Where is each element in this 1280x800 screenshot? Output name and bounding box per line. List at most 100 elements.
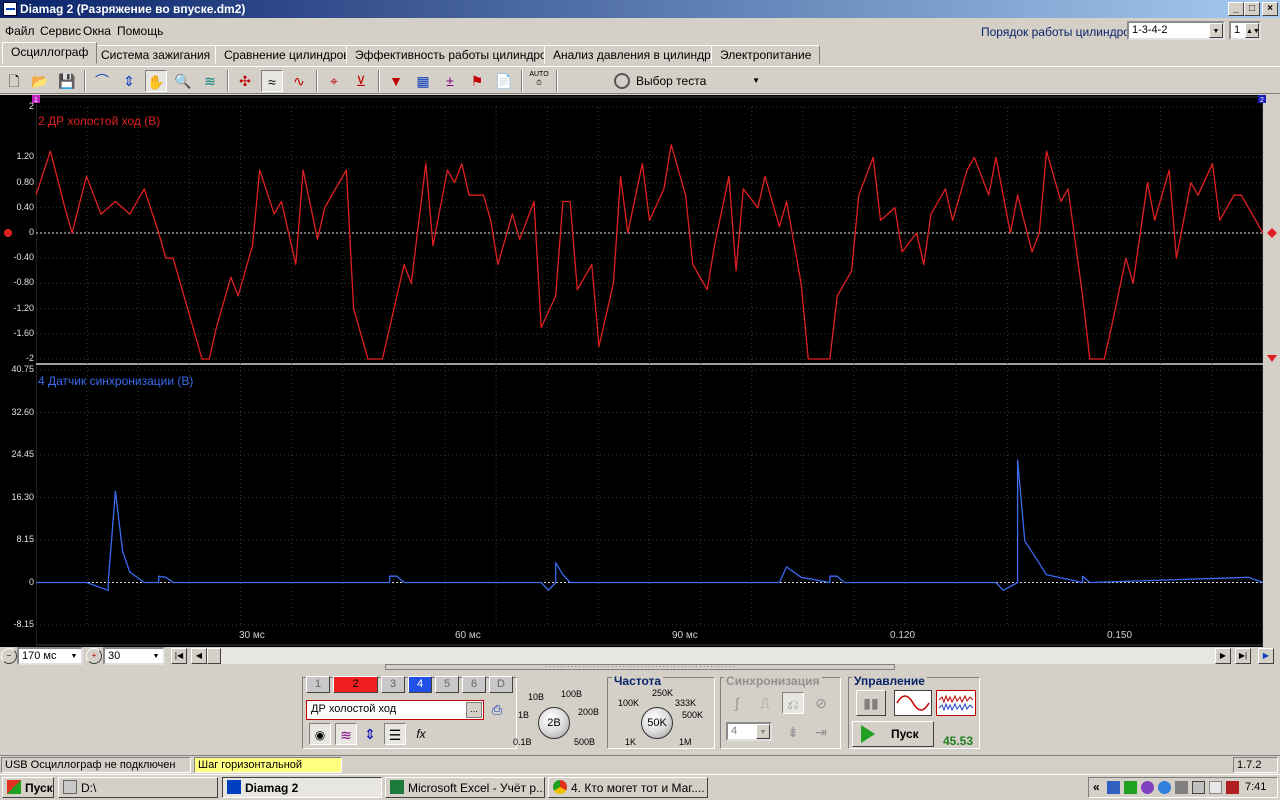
cylinder-order-select[interactable]: 1-3-4-2 ▼	[1127, 21, 1225, 40]
falling-edge-icon[interactable]: ⎌	[782, 692, 804, 714]
channel-4-button[interactable]: 4	[408, 676, 432, 693]
filter-icon[interactable]: ≋	[199, 70, 221, 92]
wave-filter-icon[interactable]: ≋	[335, 723, 357, 745]
save-icon[interactable]: 💾	[56, 70, 78, 92]
oscilloscope-display[interactable]: 12 2 ДР холостой ход (В) 4 Датчик синхро…	[0, 95, 1280, 647]
invert-icon[interactable]: ⇕	[359, 723, 381, 745]
channel-6-button[interactable]: 6	[462, 676, 486, 693]
version-status: 1.7.2	[1233, 757, 1278, 773]
pulse-edge-icon[interactable]: ⎍	[754, 692, 776, 714]
zoom-in-icon[interactable]: +	[86, 648, 102, 664]
channel-d-button[interactable]: D	[489, 676, 513, 693]
zoom-icon[interactable]: 🔍	[172, 70, 194, 92]
scroll-right-icon[interactable]: ▶	[1215, 648, 1231, 664]
overlay-waves-icon[interactable]: ∿	[288, 70, 310, 92]
menu-file[interactable]: Файл	[5, 24, 35, 38]
channel-5-button[interactable]: 5	[435, 676, 459, 693]
task-explorer[interactable]: D:\	[58, 777, 218, 798]
speaker-icon[interactable]	[1209, 781, 1222, 794]
panel-splitter[interactable]: · · · · · · · · · · · · · · · · · · · · …	[385, 664, 895, 670]
channel-1-button[interactable]: 1	[306, 676, 330, 693]
waveform-stack-icon[interactable]: ≈	[261, 70, 283, 92]
sync-off-icon[interactable]: ⊘	[810, 692, 832, 714]
cylinder-number-spinner[interactable]: 1 ▲▼	[1229, 21, 1261, 40]
start-button[interactable]: Пуск	[852, 721, 934, 747]
sync-compress-icon[interactable]: ⇥	[810, 721, 832, 743]
device-icon[interactable]	[1175, 781, 1188, 794]
tab-power-supply[interactable]: Электропитание	[711, 45, 821, 64]
scroll-left-icon[interactable]: ◀	[191, 648, 207, 664]
channel-2-button[interactable]: 2	[333, 676, 378, 693]
eye-icon[interactable]: ◉	[309, 723, 331, 745]
channel-3-button[interactable]: 3	[381, 676, 405, 693]
more-button[interactable]: ...	[466, 702, 482, 718]
open-folder-icon[interactable]: 📂	[29, 70, 51, 92]
network-icon[interactable]	[1107, 781, 1120, 794]
minimize-button[interactable]: _	[1228, 2, 1244, 16]
x-tick: 60 мс	[455, 630, 481, 641]
viber-icon[interactable]	[1141, 781, 1154, 794]
task-chrome[interactable]: 4. Кто могет тот и Маг....	[548, 777, 708, 798]
diamag-icon	[227, 780, 241, 794]
tab-cylinder-compare[interactable]: Сравнение цилиндров	[215, 45, 359, 64]
task-explorer-label: D:\	[81, 781, 97, 795]
cursor-horizontal-icon[interactable]: ⇕	[118, 70, 140, 92]
task-excel[interactable]: Microsoft Excel - Учёт р...	[385, 777, 545, 798]
timebase-select[interactable]: 170 мс ▼	[17, 647, 83, 665]
grid-icon[interactable]: ▦	[412, 70, 434, 92]
hand-pan-icon[interactable]: ✋	[145, 70, 167, 92]
security-icon[interactable]	[1124, 781, 1137, 794]
function-icon[interactable]: fx	[410, 723, 432, 745]
document-icon[interactable]: 📄	[493, 70, 515, 92]
zoom-out-icon[interactable]: −	[1, 648, 17, 664]
auto-mode-icon[interactable]: AUTO ⏱	[528, 70, 550, 92]
antivirus-icon[interactable]	[1226, 781, 1239, 794]
auto-scale-icon[interactable]: ⌖	[323, 70, 345, 92]
waveform-canvas[interactable]: 12	[0, 95, 1280, 647]
scroll-last-icon[interactable]: ▶|	[1235, 648, 1251, 664]
channel1-title: 2 ДР холостой ход (В)	[38, 114, 161, 128]
task-diamag[interactable]: Diamag 2	[222, 777, 382, 798]
usb-icon[interactable]	[1192, 781, 1205, 794]
test-select-dropdown[interactable]: Выбор теста ▼	[608, 70, 766, 92]
horizontal-scrollbar[interactable]	[207, 648, 1215, 664]
flag-icon[interactable]: ⚑	[466, 70, 488, 92]
menu-windows[interactable]: Окна	[83, 24, 111, 38]
tab-ignition[interactable]: Система зажигания	[92, 45, 220, 64]
play-icon[interactable]: ▶	[1258, 648, 1274, 664]
tray-expand-icon[interactable]: «	[1093, 780, 1100, 794]
status-bar: USB Осциллограф не подключен Шаг горизон…	[0, 755, 1280, 783]
single-wave-button[interactable]	[894, 690, 932, 716]
menu-service[interactable]: Сервис	[40, 24, 81, 38]
tab-cylinder-pressure[interactable]: Анализ давления в цилиндре	[544, 45, 727, 64]
channel-filter-icon[interactable]: ▼	[385, 70, 407, 92]
sync-channel-select[interactable]: 4 ▼	[726, 722, 772, 741]
channel-name-field[interactable]: ДР холостой ход ...	[306, 700, 484, 720]
channel-settings-icon[interactable]: ⎙	[487, 702, 507, 722]
skype-icon[interactable]	[1158, 781, 1171, 794]
scroll-first-icon[interactable]: |◀	[171, 648, 187, 664]
zero-offset-icon[interactable]: ⊻	[350, 70, 372, 92]
multi-wave-button[interactable]	[936, 690, 976, 716]
maximize-button[interactable]: □	[1244, 2, 1260, 16]
voltage-label: 100В	[561, 689, 583, 699]
start-menu-button[interactable]: Пуск	[2, 777, 54, 798]
task-chrome-label: 4. Кто могет тот и Маг....	[571, 781, 705, 795]
voltage-knob[interactable]: 2В	[538, 707, 570, 739]
scrollbar-thumb[interactable]	[207, 648, 221, 664]
cursor-vertical-icon[interactable]: ⌒	[91, 70, 113, 92]
offset-select[interactable]: 30 ▼	[103, 647, 165, 665]
noise-wave-icon	[938, 694, 974, 712]
tab-oscilloscope[interactable]: Осциллограф	[2, 42, 98, 64]
close-button[interactable]: ×	[1262, 2, 1278, 16]
new-file-icon[interactable]: 🗋	[3, 70, 25, 92]
compress-icon[interactable]: ✣	[234, 70, 256, 92]
frequency-knob[interactable]: 50K	[641, 707, 673, 739]
pause-icon[interactable]: ▮▮	[856, 690, 886, 716]
grid-lines-icon[interactable]: ☰	[384, 723, 406, 745]
tab-cylinder-efficiency[interactable]: Эффективность работы цилиндров	[346, 45, 563, 64]
sync-level-icon[interactable]: ⇟	[782, 721, 804, 743]
split-icon[interactable]: ±	[439, 70, 461, 92]
rising-edge-icon[interactable]: ∫	[726, 692, 748, 714]
menu-help[interactable]: Помощь	[117, 24, 163, 38]
